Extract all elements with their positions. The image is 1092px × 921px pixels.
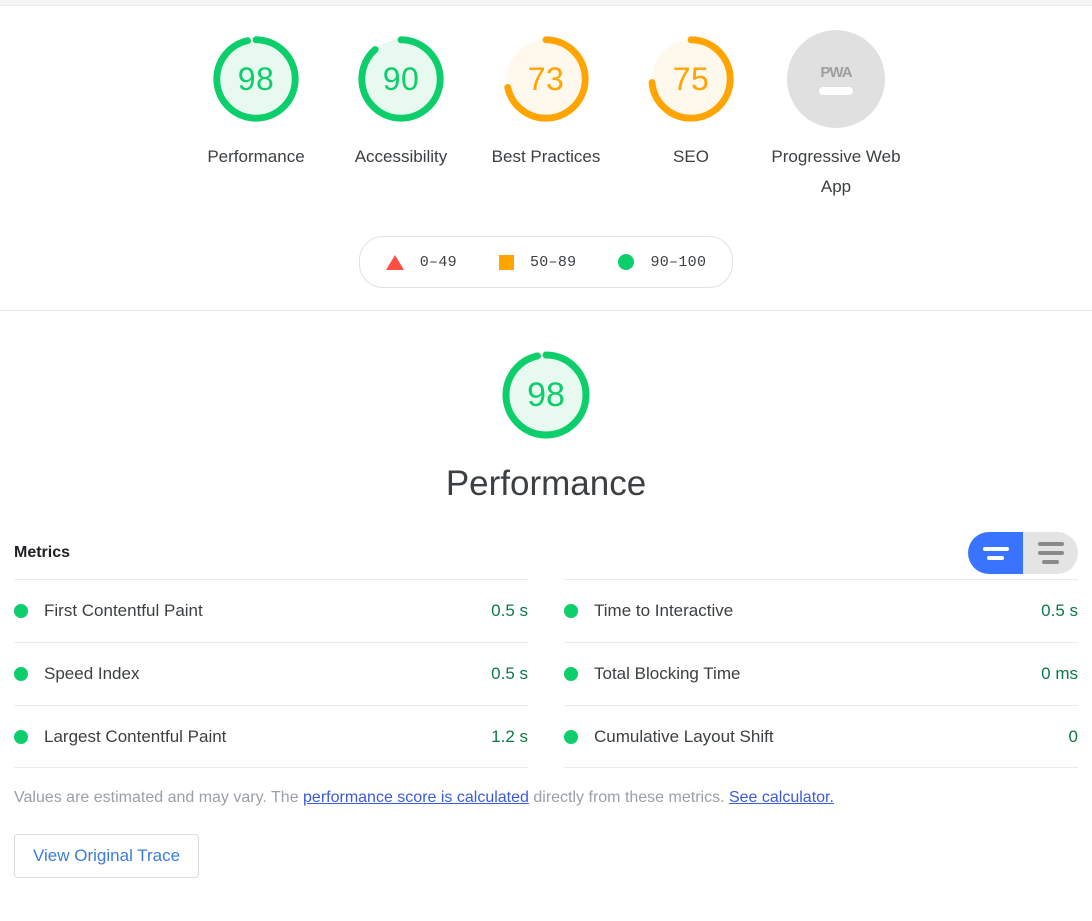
metrics-section: Metrics First Contentful Paint0.5 sSpeed… [0, 531, 1092, 768]
metric-value: 0.5 s [1041, 601, 1078, 621]
metric-row[interactable]: Time to Interactive0.5 s [564, 579, 1078, 642]
metric-name: Speed Index [44, 664, 491, 684]
metrics-column-right: Time to Interactive0.5 sTotal Blocking T… [564, 579, 1078, 768]
metric-status-circle-icon [564, 730, 578, 744]
toggle-bar-icon [983, 547, 1009, 551]
gauge-score-accessibility: 90 [352, 30, 450, 128]
toggle-bar-icon [1042, 560, 1059, 564]
gauge-dial-performance: 98 [207, 30, 305, 128]
legend-range-label: 50–89 [530, 254, 577, 271]
toggle-expanded-view[interactable] [1023, 532, 1078, 574]
metric-value: 1.2 s [491, 727, 528, 747]
metric-status-circle-icon [14, 667, 28, 681]
category-gauge: 98 [496, 345, 596, 445]
gauge-score-seo: 75 [642, 30, 740, 128]
metric-value: 0.5 s [491, 601, 528, 621]
metric-name: First Contentful Paint [44, 601, 491, 621]
score-gauges-row: 98 Performance 90 Accessibility 73 Best Pract… [0, 30, 1092, 202]
gauge-seo[interactable]: 75 SEO [619, 30, 764, 172]
metric-row[interactable]: Largest Contentful Paint1.2 s [14, 705, 528, 768]
gauge-label-performance: Performance [207, 142, 304, 172]
square-icon [499, 255, 514, 270]
performance-score-link[interactable]: performance score is calculated [303, 789, 529, 806]
metrics-column-left: First Contentful Paint0.5 sSpeed Index0.… [14, 579, 528, 768]
metric-status-circle-icon [14, 730, 28, 744]
gauge-accessibility[interactable]: 90 Accessibility [329, 30, 474, 172]
legend-item: 50–89 [499, 254, 577, 271]
score-gauges-section: 98 Performance 90 Accessibility 73 Best Pract… [0, 6, 1092, 311]
metric-status-circle-icon [14, 604, 28, 618]
actions-row: View Original Trace [0, 834, 1092, 878]
legend-range-label: 90–100 [650, 254, 706, 271]
circle-icon [618, 254, 634, 270]
toggle-bar-icon [1038, 551, 1064, 555]
gauge-dial-best-practices: 73 [497, 30, 595, 128]
metrics-header: Metrics [14, 531, 1078, 575]
metric-row[interactable]: First Contentful Paint0.5 s [14, 579, 528, 642]
metric-name: Time to Interactive [594, 601, 1041, 621]
metric-row[interactable]: Total Blocking Time0 ms [564, 642, 1078, 705]
metric-value: 0.5 s [491, 664, 528, 684]
pwa-dash-icon [819, 87, 853, 95]
metric-row[interactable]: Speed Index0.5 s [14, 642, 528, 705]
category-score-value: 98 [496, 345, 596, 445]
gauge-dial-seo: 75 [642, 30, 740, 128]
score-legend-wrap: 0–49 50–89 90–100 [0, 236, 1092, 288]
gauge-label-pwa: Progressive Web App [770, 142, 902, 202]
footnote-text-2: directly from these metrics. [529, 789, 729, 806]
metric-row[interactable]: Cumulative Layout Shift0 [564, 705, 1078, 768]
pwa-badge-label: PWA [820, 64, 851, 81]
score-legend: 0–49 50–89 90–100 [359, 236, 734, 288]
toggle-bar-icon [1038, 542, 1064, 546]
footnote-text-1: Values are estimated and may vary. The [14, 789, 303, 806]
metric-name: Largest Contentful Paint [44, 727, 491, 747]
gauge-pwa[interactable]: PWA Progressive Web App [764, 30, 909, 202]
gauge-score-performance: 98 [207, 30, 305, 128]
triangle-icon [386, 255, 404, 270]
legend-range-label: 0–49 [420, 254, 457, 271]
metric-status-circle-icon [564, 667, 578, 681]
metrics-heading: Metrics [14, 544, 70, 562]
legend-item: 90–100 [618, 254, 706, 271]
pwa-gauge-icon: PWA [787, 30, 885, 128]
metric-name: Total Blocking Time [594, 664, 1041, 684]
toggle-compact-view[interactable] [968, 532, 1023, 574]
gauge-label-accessibility: Accessibility [355, 142, 448, 172]
metrics-grid: First Contentful Paint0.5 sSpeed Index0.… [14, 579, 1078, 768]
view-original-trace-button[interactable]: View Original Trace [14, 834, 199, 878]
see-calculator-link[interactable]: See calculator. [729, 789, 834, 806]
gauge-dial-accessibility: 90 [352, 30, 450, 128]
metric-value: 0 ms [1041, 664, 1078, 684]
metric-status-circle-icon [564, 604, 578, 618]
category-title: Performance [0, 463, 1092, 505]
lighthouse-report: 98 Performance 90 Accessibility 73 Best Pract… [0, 0, 1092, 921]
gauge-best-practices[interactable]: 73 Best Practices [474, 30, 619, 172]
gauge-label-seo: SEO [673, 142, 709, 172]
category-score-section: 98 Performance [0, 311, 1092, 505]
toggle-bar-icon [987, 556, 1004, 560]
gauge-label-best-practices: Best Practices [492, 142, 601, 172]
metrics-footnote: Values are estimated and may vary. The p… [0, 786, 1092, 810]
metric-name: Cumulative Layout Shift [594, 727, 1069, 747]
legend-item: 0–49 [386, 254, 457, 271]
metrics-view-toggle[interactable] [968, 532, 1078, 574]
gauge-score-best-practices: 73 [497, 30, 595, 128]
metric-value: 0 [1069, 727, 1078, 747]
gauge-performance[interactable]: 98 Performance [184, 30, 329, 172]
